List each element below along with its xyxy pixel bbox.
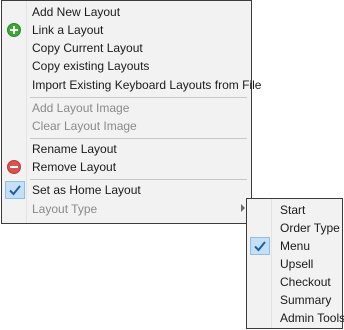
menu-item-rename-layout[interactable]: Rename Layout (2, 140, 251, 158)
menu-separator (30, 138, 247, 139)
menu-item-remove-layout[interactable]: Remove Layout (2, 158, 251, 176)
menu-item-clear-layout-image[interactable]: Clear Layout Image (2, 117, 251, 135)
menu-item-label: Remove Layout (32, 160, 117, 174)
menu-item-label: Rename Layout (32, 142, 117, 156)
menu-item-copy-existing-layouts[interactable]: Copy existing Layouts (2, 57, 251, 75)
menu-item-label: Set as Home Layout (32, 183, 141, 197)
menu-item-label: Upsell (280, 257, 314, 271)
menu-item-add-layout-image[interactable]: Add Layout Image (2, 99, 251, 117)
menu-item-label: Link a Layout (32, 23, 104, 37)
menu-item-label: Add New Layout (32, 5, 121, 19)
menu-item-link-a-layout[interactable]: Link a Layout (2, 21, 251, 39)
submenu-item-admin-tools[interactable]: Admin Tools (247, 309, 344, 327)
submenu-item-upsell[interactable]: Upsell (247, 255, 342, 273)
menu-item-label: Import Existing Keyboard Layouts from Fi… (32, 78, 262, 92)
layout-context-menu: Add New Layout Link a Layout Copy Curren… (1, 0, 261, 224)
menu-item-copy-current-layout[interactable]: Copy Current Layout (2, 39, 251, 57)
menu-item-label: Summary (280, 293, 332, 307)
menu-item-import-keyboard-layouts[interactable]: Import Existing Keyboard Layouts from Fi… (2, 76, 261, 94)
menu-separator (30, 179, 247, 180)
menu-item-label: Copy Current Layout (32, 41, 143, 55)
layout-type-submenu: Start Order Type Menu Upsell Checkout Su… (246, 198, 344, 329)
menu-item-label: Menu (280, 239, 311, 253)
menu-item-layout-type[interactable]: Layout Type (2, 200, 251, 218)
remove-circle-icon (6, 159, 22, 175)
menu-item-label: Order Type (280, 221, 340, 235)
menu-separator (30, 97, 247, 98)
menu-item-label: Start (280, 203, 306, 217)
menu-item-label: Add Layout Image (32, 101, 130, 115)
checkmark-icon (8, 182, 24, 198)
submenu-item-checkout[interactable]: Checkout (247, 273, 342, 291)
submenu-item-order-type[interactable]: Order Type (247, 219, 342, 237)
menu-item-add-new-layout[interactable]: Add New Layout (2, 3, 251, 21)
add-circle-icon (6, 22, 22, 38)
menu-item-label: Checkout (280, 275, 331, 289)
menu-item-label: Copy existing Layouts (32, 59, 150, 73)
menu-item-label: Layout Type (32, 202, 98, 216)
checkmark-icon (253, 238, 269, 254)
submenu-item-menu[interactable]: Menu (247, 237, 342, 255)
menu-item-set-as-home-layout[interactable]: Set as Home Layout (2, 181, 251, 199)
submenu-item-summary[interactable]: Summary (247, 291, 342, 309)
menu-item-label: Clear Layout Image (32, 119, 137, 133)
submenu-arrow-icon (241, 204, 245, 212)
menu-item-label: Admin Tools (280, 311, 344, 325)
submenu-item-start[interactable]: Start (247, 201, 342, 219)
